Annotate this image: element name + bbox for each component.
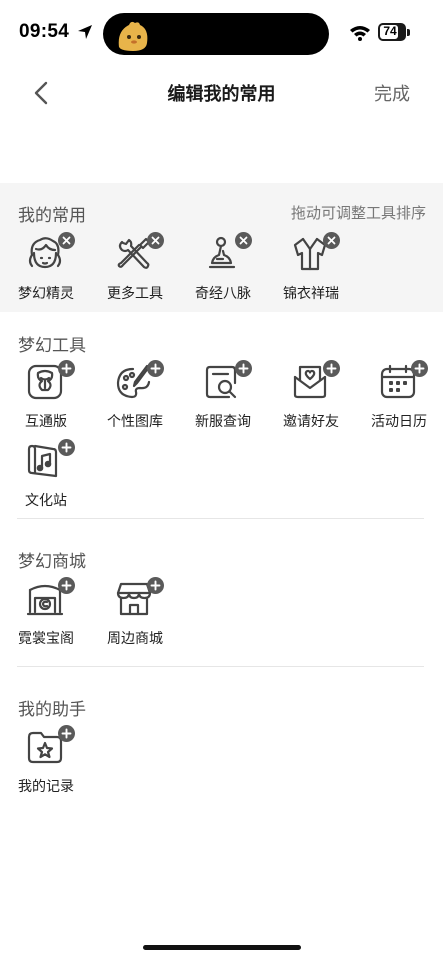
battery-indicator: 74 (378, 23, 406, 41)
favorite-item-label: 奇经八脉 (195, 285, 251, 301)
favorites-title: 我的常用 (18, 206, 86, 225)
mall-item-label: 霓裳宝阁 (18, 630, 74, 646)
favorite-item-label: 梦幻精灵 (18, 285, 74, 301)
tool-item-label: 新服查询 (195, 413, 251, 429)
favorite-item-garment[interactable]: 锦衣祥瑞 (283, 232, 363, 303)
chick-avatar-icon (118, 21, 148, 51)
add-badge-icon[interactable] (147, 577, 164, 594)
favorites-hint: 拖动可调整工具排序 (290, 205, 426, 222)
wifi-icon (350, 26, 370, 41)
add-badge-icon[interactable] (58, 577, 75, 594)
mall-item-store[interactable]: 周边商城 (107, 577, 187, 648)
assistant-title: 我的助手 (18, 700, 86, 719)
tool-item-label: 活动日历 (371, 413, 427, 429)
tool-item-culture[interactable]: 文化站 (18, 439, 98, 510)
tools-title: 梦幻工具 (18, 336, 86, 355)
tool-item-gallery[interactable]: 个性图库 (107, 360, 187, 431)
remove-badge-icon[interactable] (147, 232, 164, 249)
add-badge-icon[interactable] (235, 360, 252, 377)
remove-badge-icon[interactable] (235, 232, 252, 249)
add-badge-icon[interactable] (323, 360, 340, 377)
done-button[interactable]: 完成 (374, 80, 410, 106)
tool-item-interop[interactable]: 互通版 (18, 360, 98, 431)
tool-item-new-server[interactable]: 新服查询 (195, 360, 275, 431)
nav-bar: 编辑我的常用 完成 (0, 66, 443, 120)
dynamic-island (103, 13, 329, 55)
tool-item-calendar[interactable]: 活动日历 (371, 360, 443, 431)
section-divider (17, 518, 424, 519)
remove-badge-icon[interactable] (58, 232, 75, 249)
status-bar: 09:54 74 (0, 0, 443, 66)
favorite-item-more-tools[interactable]: 更多工具 (107, 232, 187, 303)
favorite-item-meridian[interactable]: 奇经八脉 (195, 232, 275, 303)
status-time: 09:54 (19, 21, 70, 42)
assistant-item-label: 我的记录 (18, 778, 74, 794)
favorite-item-spirit[interactable]: 梦幻精灵 (18, 232, 98, 303)
mall-title: 梦幻商城 (18, 552, 86, 571)
add-badge-icon[interactable] (58, 360, 75, 377)
mall-item-treasure[interactable]: 霓裳宝阁 (18, 577, 98, 648)
favorite-item-label: 锦衣祥瑞 (283, 285, 339, 301)
remove-badge-icon[interactable] (323, 232, 340, 249)
add-badge-icon[interactable] (147, 360, 164, 377)
add-badge-icon[interactable] (58, 725, 75, 742)
location-arrow-icon (78, 25, 92, 39)
add-badge-icon[interactable] (411, 360, 428, 377)
tool-item-invite[interactable]: 邀请好友 (283, 360, 363, 431)
home-indicator[interactable] (143, 945, 301, 950)
favorite-item-label: 更多工具 (107, 285, 163, 301)
assistant-item-records[interactable]: 我的记录 (18, 725, 98, 796)
tool-item-label: 个性图库 (107, 413, 163, 429)
tool-item-label: 互通版 (25, 413, 67, 429)
tool-item-label: 文化站 (25, 492, 67, 508)
battery-percent: 74 (383, 24, 397, 38)
add-badge-icon[interactable] (58, 439, 75, 456)
battery-tip (407, 29, 410, 36)
section-divider (17, 666, 424, 667)
favorites-section: 我的常用 拖动可调整工具排序 梦幻精灵 更多工具 奇经八脉 锦衣祥瑞 (0, 183, 443, 312)
tool-item-label: 邀请好友 (283, 413, 339, 429)
mall-item-label: 周边商城 (107, 630, 163, 646)
